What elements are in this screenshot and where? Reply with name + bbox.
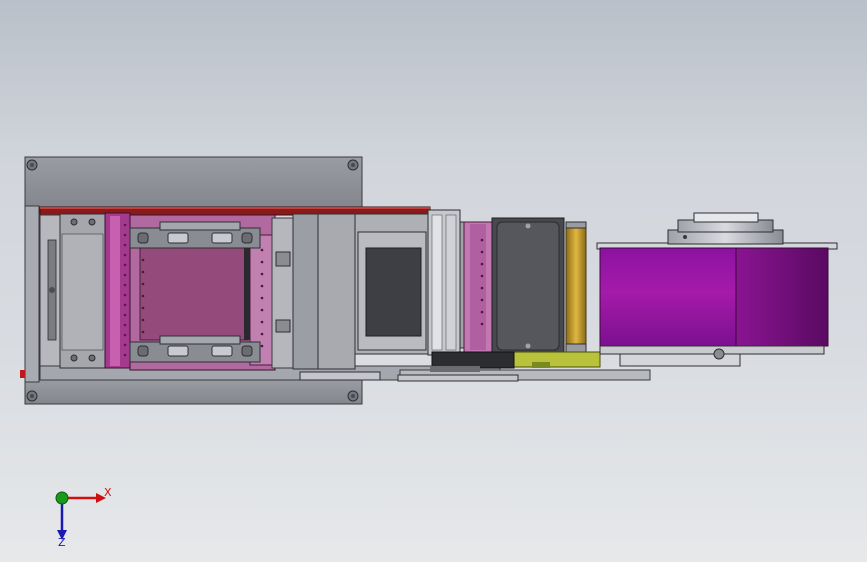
display-screen[interactable]	[365, 247, 422, 337]
green-base-plate	[431, 351, 601, 369]
dark-drive-box[interactable]	[491, 217, 565, 355]
cad-model-top-view[interactable]	[0, 0, 867, 562]
magenta-side-plates[interactable]	[104, 212, 131, 369]
motor-housing[interactable]	[292, 213, 431, 370]
top-frame-plate[interactable]	[24, 156, 363, 209]
bottom-frame-plate[interactable]	[24, 379, 363, 405]
drive-screw-icon	[525, 223, 531, 229]
y-axis-origin-icon	[55, 491, 69, 505]
reel-hub[interactable]	[667, 212, 784, 245]
top-rail-highlight	[40, 207, 430, 209]
cad-viewport[interactable]: X Z	[0, 0, 867, 562]
pink-perforated-plate[interactable]	[463, 221, 493, 353]
bearing-stack	[427, 209, 467, 356]
purple-tape-roll[interactable]	[596, 242, 838, 367]
yellow-roller[interactable]	[565, 221, 587, 355]
linear-guide-rails	[271, 217, 295, 369]
red-indicator	[20, 370, 25, 378]
left-cassette[interactable]	[39, 213, 106, 369]
roll-side	[735, 247, 829, 347]
x-axis-label: X	[104, 486, 112, 499]
hub-center-icon	[683, 235, 687, 239]
central-plate-assembly[interactable]	[129, 214, 276, 371]
reel-marker-icon	[713, 348, 725, 360]
z-axis-label: Z	[58, 536, 66, 548]
left-frame-rail	[24, 205, 40, 383]
coordinate-triad: X Z	[55, 486, 112, 548]
roll-front	[599, 247, 737, 347]
central-pink-plate[interactable]	[139, 247, 249, 341]
